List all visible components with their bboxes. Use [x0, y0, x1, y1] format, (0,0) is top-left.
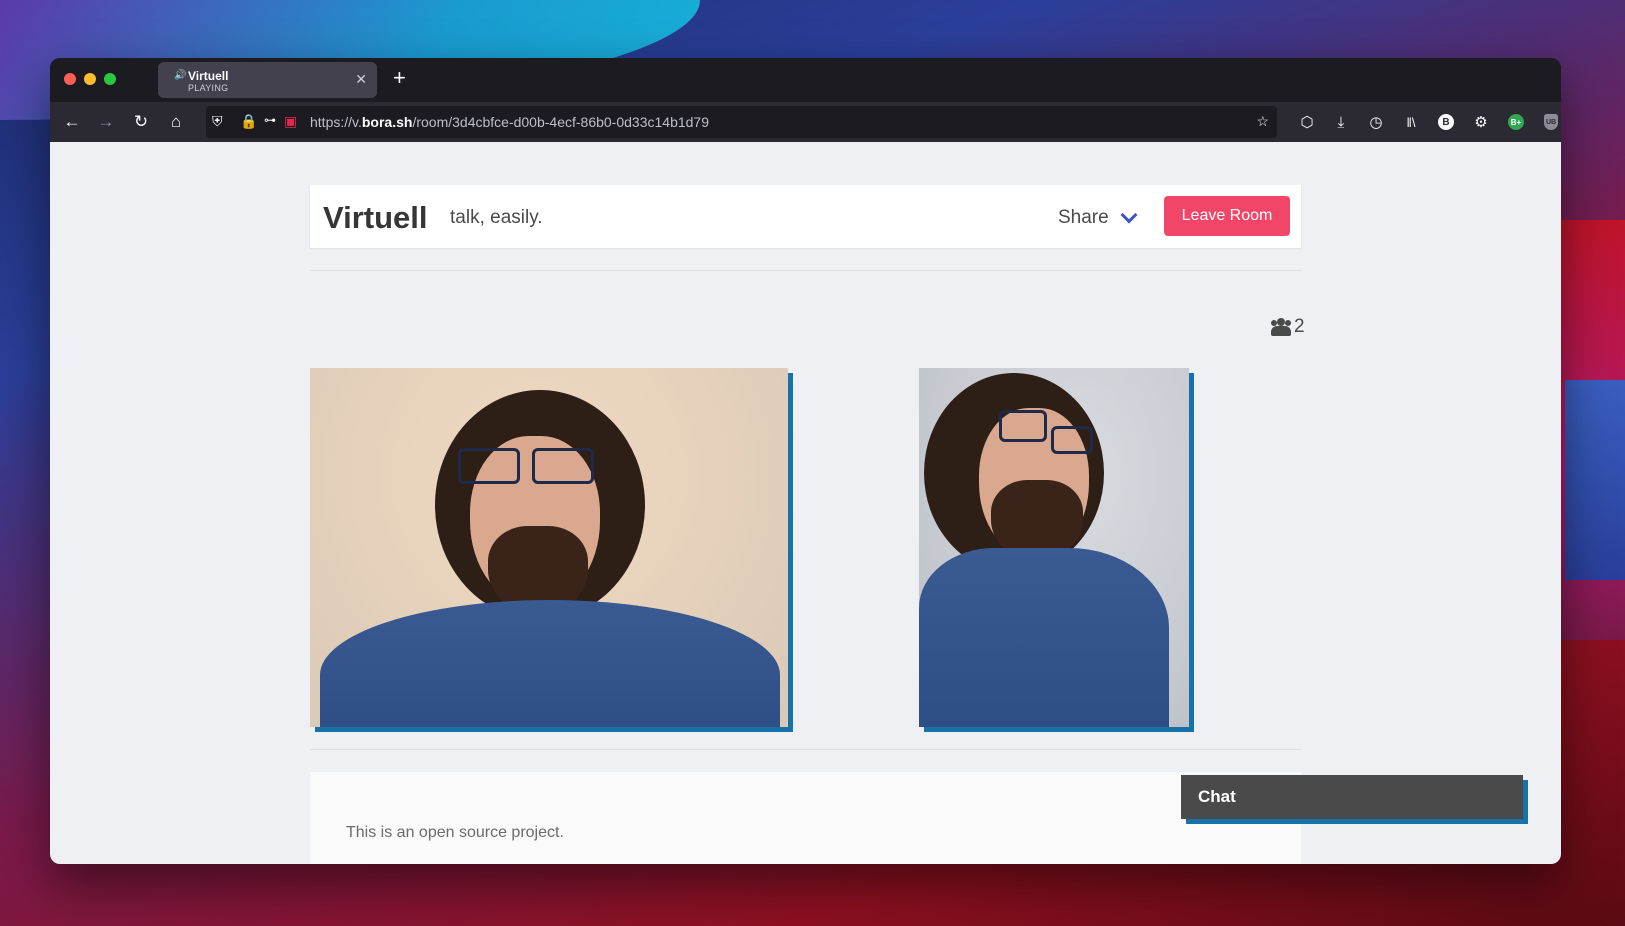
ublock-shield-icon[interactable]: UB — [1544, 114, 1558, 130]
remote-video-tile[interactable] — [919, 368, 1189, 727]
new-tab-button[interactable]: + — [393, 67, 406, 89]
glasses-left — [458, 448, 520, 484]
footer-text: This is an open source project. — [346, 824, 564, 841]
content-divider — [310, 749, 1301, 750]
leave-room-button[interactable]: Leave Room — [1164, 196, 1290, 236]
participant-counter: 2 — [1271, 316, 1305, 338]
maximize-window-button[interactable] — [104, 73, 116, 85]
bookmark-star-icon[interactable]: ☆ — [1256, 113, 1269, 130]
tracking-shield-icon[interactable]: ⛨ — [212, 113, 223, 130]
share-dropdown[interactable]: Share — [1058, 206, 1138, 229]
library-icon[interactable]: ‖\ — [1401, 112, 1421, 132]
navigation-bar: ← → ↻ ⌂ ⛨ 🔒 ⊶ ▣ https://v.bora.sh/room/3… — [50, 102, 1561, 142]
chat-label: Chat — [1198, 787, 1236, 806]
camera-sharing-icon[interactable]: ▣ — [284, 113, 297, 130]
participant-count: 2 — [1294, 316, 1305, 337]
app-header: Virtuell talk, easily. Share Leave Room — [310, 185, 1301, 248]
extension-b-icon[interactable]: B — [1438, 114, 1454, 130]
forward-icon[interactable]: → — [96, 112, 116, 132]
tab-strip: 🔊 Virtuell PLAYING ✕ + — [50, 58, 1561, 102]
brand-logo[interactable]: Virtuell — [323, 200, 428, 236]
url-text[interactable]: https://v.bora.sh/room/3d4cbfce-d00b-4ec… — [310, 114, 709, 130]
tab-title: Virtuell — [188, 69, 229, 83]
chat-panel-toggle[interactable]: Chat — [1181, 775, 1523, 819]
home-icon[interactable]: ⌂ — [166, 112, 186, 132]
window-controls — [64, 73, 116, 85]
tab-playing-label: PLAYING — [188, 83, 229, 93]
speaker-icon[interactable]: 🔊 — [174, 70, 186, 81]
pocket-icon[interactable]: ⬡ — [1297, 112, 1317, 132]
share-label: Share — [1058, 207, 1109, 228]
page-content: Virtuell talk, easily. Share Leave Room … — [50, 142, 1561, 864]
page-footer: This is an open source project. — [310, 772, 1301, 864]
close-window-button[interactable] — [64, 73, 76, 85]
desktop-wallpaper-blue-edge — [1565, 380, 1625, 580]
participant-shirt — [320, 600, 780, 727]
browser-window: 🔊 Virtuell PLAYING ✕ + ← → ↻ ⌂ ⛨ 🔒 ⊶ ▣ h… — [50, 58, 1561, 864]
browser-tab-virtuell[interactable]: 🔊 Virtuell PLAYING ✕ — [158, 62, 377, 98]
tab-close-icon[interactable]: ✕ — [355, 71, 367, 88]
participant-shirt — [919, 548, 1169, 727]
settings-gear-icon[interactable]: ⚙ — [1471, 112, 1491, 132]
minimize-window-button[interactable] — [84, 73, 96, 85]
history-icon[interactable]: ◷ — [1366, 112, 1386, 132]
extension-bplus-icon[interactable]: B+ — [1508, 114, 1524, 130]
url-bar[interactable]: ⛨ 🔒 ⊶ ▣ https://v.bora.sh/room/3d4cbfce-… — [206, 106, 1277, 138]
glasses-right — [1051, 426, 1093, 454]
glasses-right — [532, 448, 594, 484]
reload-icon[interactable]: ↻ — [131, 112, 151, 132]
lock-icon[interactable]: 🔒 — [240, 113, 257, 130]
header-divider — [310, 270, 1301, 271]
local-video-tile[interactable] — [310, 368, 788, 727]
chevron-down-icon — [1120, 206, 1138, 224]
users-icon — [1271, 318, 1291, 336]
glasses-left — [999, 410, 1047, 442]
permissions-icon[interactable]: ⊶ — [264, 113, 276, 127]
back-icon[interactable]: ← — [62, 112, 82, 132]
tagline: talk, easily. — [450, 207, 543, 228]
downloads-icon[interactable]: ⤓ — [1331, 112, 1351, 132]
